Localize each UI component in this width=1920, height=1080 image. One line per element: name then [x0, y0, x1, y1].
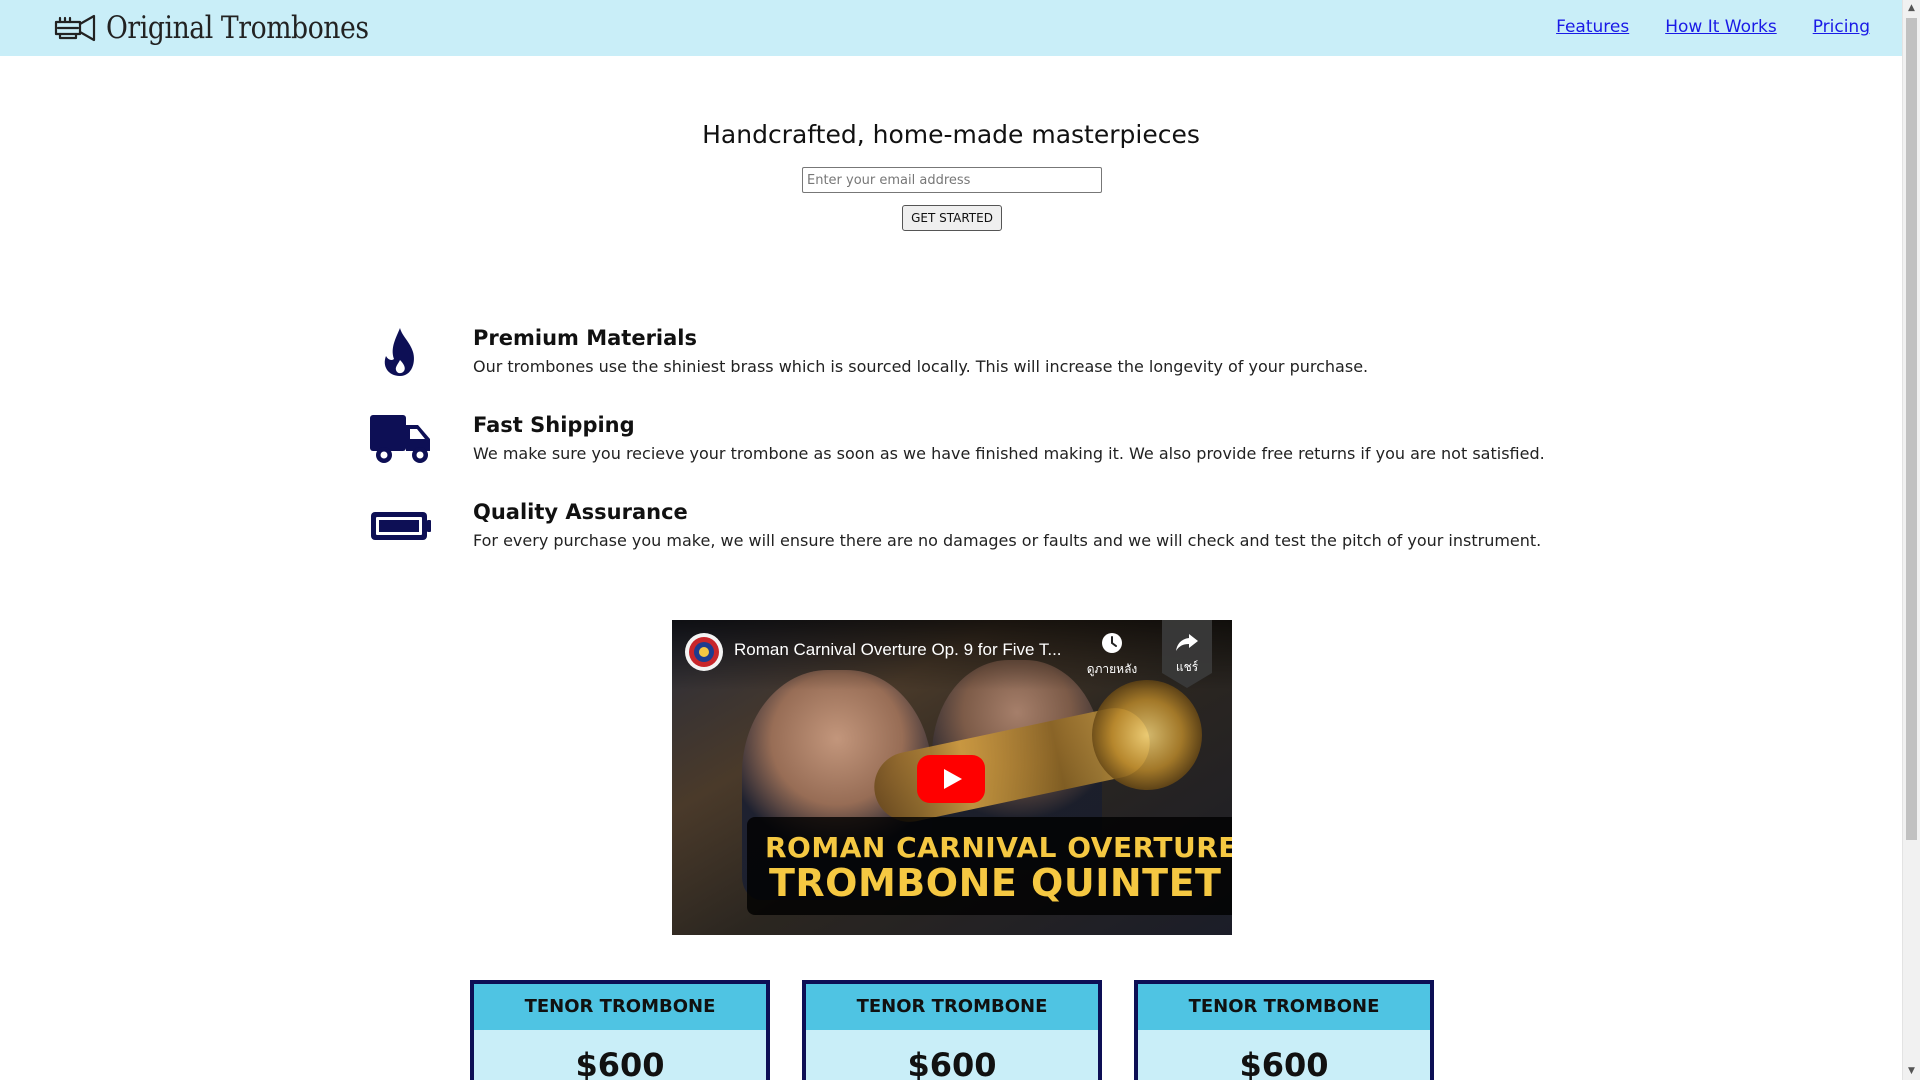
feature-title: Quality Assurance: [473, 500, 688, 524]
nav-link-how-it-works[interactable]: How It Works: [1665, 17, 1776, 37]
share-label: แชร์: [1175, 660, 1199, 674]
watch-later-button[interactable]: ดูภายหลัง: [1080, 632, 1144, 679]
battery-icon: [360, 500, 440, 560]
banner-line-1: ROMAN CARNIVAL OVERTURE: [765, 831, 1232, 864]
pricing-card-price: $600: [1239, 1046, 1329, 1080]
channel-avatar-icon[interactable]: [684, 632, 724, 672]
pricing-card-title: TENOR TROMBONE: [474, 984, 766, 1030]
scrollbar-thumb[interactable]: [1906, 18, 1917, 840]
feature-description: For every purchase you make, we will ens…: [473, 531, 1542, 550]
trumpet-logo-icon: [54, 14, 96, 42]
scroll-up-arrow-icon[interactable]: ▲: [1903, 0, 1920, 17]
feature-item: Premium Materials Our trombones use the …: [360, 326, 1600, 396]
fire-icon: [360, 326, 440, 386]
hero-title: Handcrafted, home-made masterpieces: [702, 120, 1200, 149]
watch-later-label: ดูภายหลัง: [1086, 662, 1138, 676]
banner-line-2: TROMBONE QUINTET: [769, 861, 1222, 905]
page: Original Trombones Features How It Works…: [0, 0, 1902, 1080]
pricing-card-title: TENOR TROMBONE: [806, 984, 1098, 1030]
pricing-card-price: $600: [575, 1046, 665, 1080]
video-thumbnail-bell: [1092, 680, 1202, 790]
nav-link-pricing[interactable]: Pricing: [1813, 17, 1870, 37]
video-embed[interactable]: Roman Carnival Overture Op. 9 for Five T…: [672, 620, 1232, 935]
get-started-button[interactable]: GET STARTED: [902, 205, 1002, 231]
scroll-down-arrow-icon[interactable]: ▼: [1903, 1063, 1920, 1080]
email-input[interactable]: [802, 167, 1102, 193]
feature-description: We make sure you recieve your trombone a…: [473, 444, 1545, 463]
feature-title: Fast Shipping: [473, 413, 635, 437]
feature-item: Quality Assurance For every purchase you…: [360, 500, 1600, 570]
pricing-card-price: $600: [907, 1046, 997, 1080]
site-header: Original Trombones Features How It Works…: [0, 0, 1902, 56]
clock-icon: [1102, 633, 1122, 653]
main-nav: Features How It Works Pricing: [1556, 17, 1870, 37]
feature-description: Our trombones use the shiniest brass whi…: [473, 357, 1369, 376]
share-arrow-icon: [1176, 634, 1198, 651]
brand-logo[interactable]: Original Trombones: [54, 10, 411, 46]
feature-title: Premium Materials: [473, 326, 697, 350]
brand-name: Original Trombones: [106, 10, 369, 46]
truck-icon: [360, 413, 440, 473]
pricing-card: TENOR TROMBONE $600: [470, 980, 770, 1080]
feature-item: Fast Shipping We make sure you recieve y…: [360, 413, 1600, 483]
video-title[interactable]: Roman Carnival Overture Op. 9 for Five T…: [734, 640, 1062, 660]
pricing-card: TENOR TROMBONE $600: [1134, 980, 1434, 1080]
video-title-banner: ROMAN CARNIVAL OVERTURE TROMBONE QUINTET: [747, 817, 1232, 915]
vertical-scrollbar[interactable]: ▲ ▼: [1902, 0, 1920, 1080]
nav-link-features[interactable]: Features: [1556, 17, 1629, 37]
pricing-card-title: TENOR TROMBONE: [1138, 984, 1430, 1030]
play-button-icon[interactable]: [917, 755, 985, 803]
pricing-card: TENOR TROMBONE $600: [802, 980, 1102, 1080]
